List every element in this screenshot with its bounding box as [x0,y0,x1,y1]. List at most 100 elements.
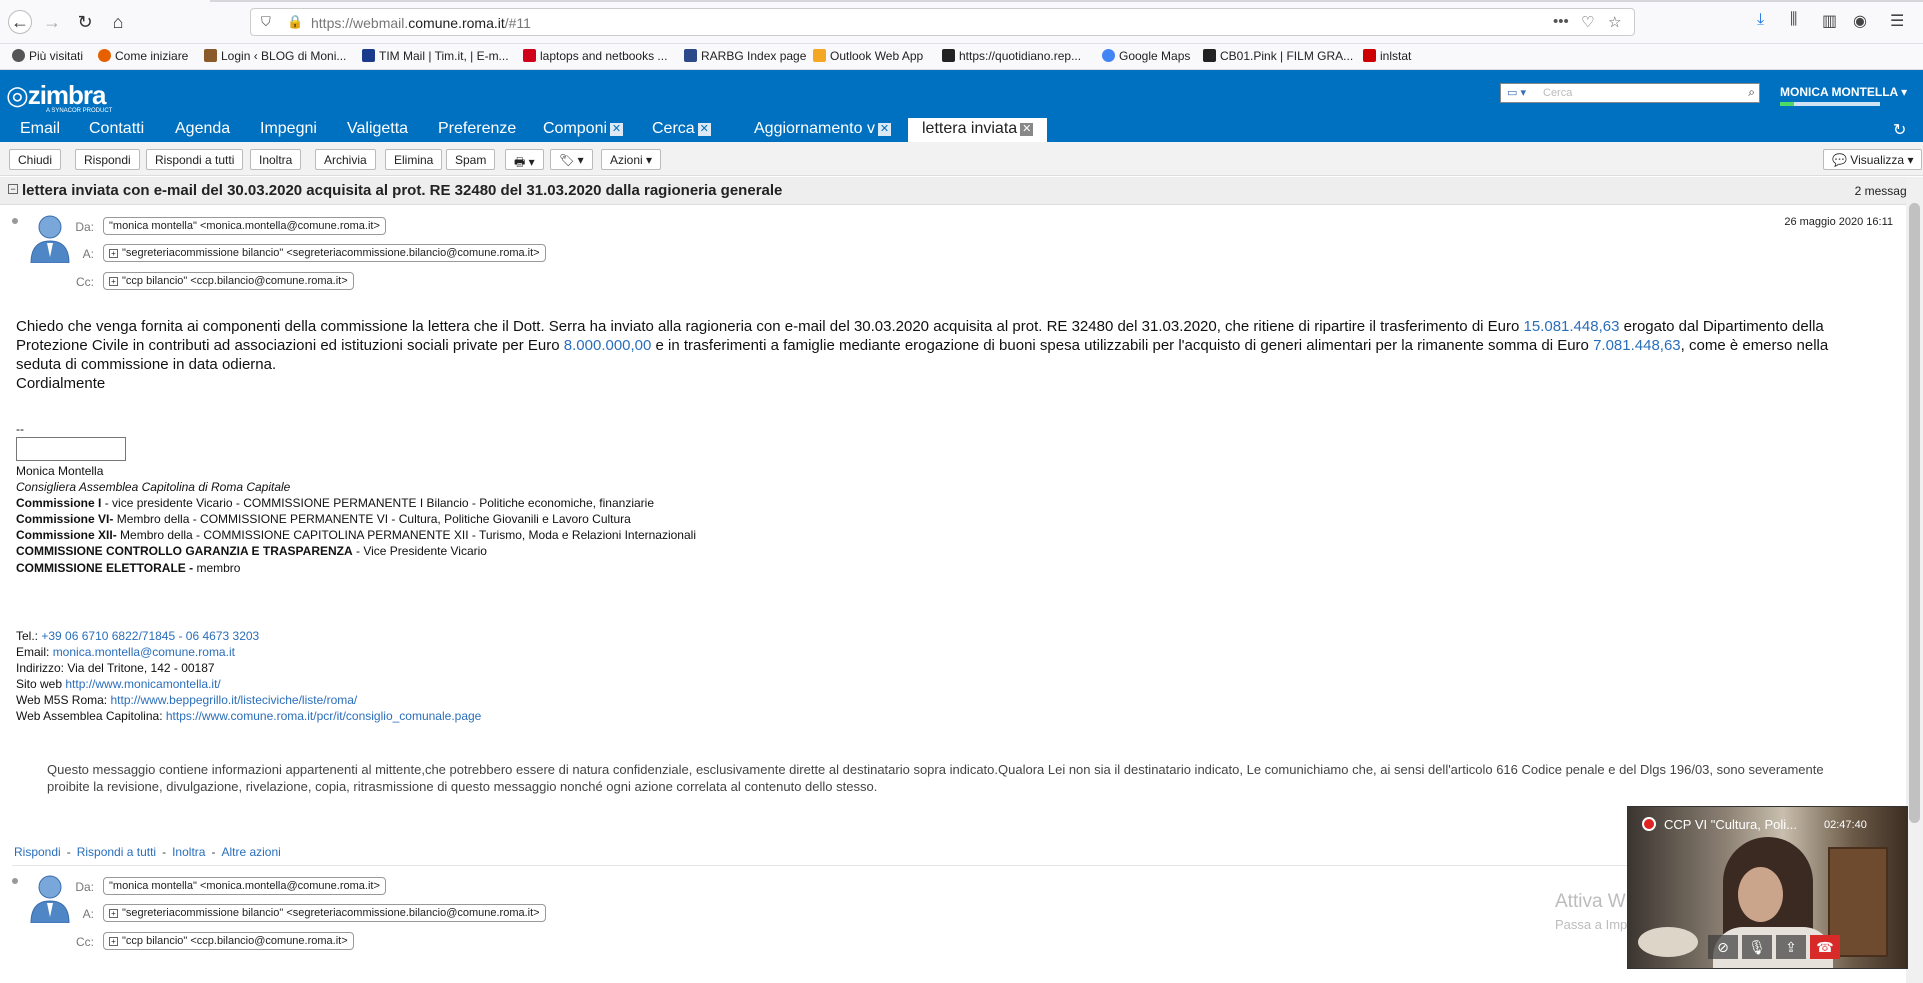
bookmark-google-maps[interactable]: Google Maps [1102,49,1190,63]
outlook-icon [813,49,826,62]
user-menu[interactable]: MONICA MONTELLA ▾ [1780,85,1907,99]
hang-up-icon[interactable]: ☎ [1810,935,1840,959]
bookmark-most-visited[interactable]: Più visitati [12,49,83,63]
bookmark-outlook[interactable]: Outlook Web App [813,49,923,63]
tab-email[interactable]: Email [20,118,60,142]
website-link[interactable]: http://www.monicamontella.it/ [65,677,220,691]
tab-lettera-inviata[interactable]: lettera inviata ✕ [908,118,1048,142]
reply-button[interactable]: Rispondi [75,149,140,170]
amount-link[interactable]: 8.000.000,00 [564,337,652,354]
account-icon[interactable]: ◉ [1853,11,1867,31]
spam-button[interactable]: Spam [446,149,496,170]
bookmark-getting-started[interactable]: Come iniziare [98,49,188,63]
address-bar[interactable]: ⛉ 🔒 https://webmail.comune.roma.it/#11 •… [250,8,1635,36]
m5s-link[interactable]: http://www.beppegrillo.it/listeciviche/l… [110,693,357,707]
search-icon[interactable]: ⌕ [1748,85,1755,100]
forward-button[interactable]: → [40,10,64,34]
tab-preferenze[interactable]: Preferenze [438,118,516,142]
sig-commission-6: Commissione VI- Membro della - COMMISSIO… [16,512,631,526]
read-indicator[interactable] [12,218,18,224]
cc-address[interactable]: + "ccp bilancio" <ccp.bilancio@comune.rom… [103,932,354,950]
amount-link[interactable]: 15.081.448,63 [1524,318,1620,335]
blog-icon [204,49,217,62]
url-text[interactable]: https://webmail.comune.roma.it/#11 [311,15,531,31]
assembly-link[interactable]: https://www.comune.roma.it/pcr/it/consig… [166,709,482,723]
search-box[interactable]: ▭ ▾ Cerca ⌕ [1500,83,1760,103]
tab-valigetta[interactable]: Valigetta [347,118,408,142]
scrollbar-thumb[interactable] [1909,203,1920,823]
downloads-icon[interactable]: ⤓ [1757,11,1764,29]
bookmark-star-icon[interactable]: ☆ [1608,13,1621,31]
tab-componi[interactable]: Componi ✕ [543,118,624,142]
from-address[interactable]: "monica montella" <monica.montella@comun… [103,877,386,895]
close-icon[interactable]: ✕ [877,123,891,136]
from-address[interactable]: "monica montella" <monica.montella@comun… [103,217,386,235]
expand-icon[interactable]: + [109,909,118,918]
bookmark-rarbg[interactable]: RARBG Index page [684,49,806,63]
search-type-icon[interactable]: ▭ ▾ [1507,86,1526,99]
forward-button[interactable]: Inoltra [250,149,302,170]
sidebar-icon[interactable]: ▥ [1822,11,1837,31]
lock-icon[interactable]: 🔒 [287,14,303,30]
forward-link[interactable]: Inoltra [172,845,205,859]
mic-off-icon[interactable]: 🎙 [1742,935,1772,959]
bookmark-inlstat[interactable]: inlstat [1363,49,1411,63]
reply-link[interactable]: Rispondi [14,845,61,859]
tel-link[interactable]: +39 06 6710 6822/71845 - 06 4673 3203 [41,629,259,643]
collapse-icon[interactable]: − [8,184,18,194]
share-screen-icon[interactable]: ⇪ [1776,935,1806,959]
close-icon[interactable]: ✕ [697,123,711,136]
reload-button[interactable]: ↻ [73,10,97,34]
close-icon[interactable]: ✕ [1020,123,1034,136]
cb01-icon [1203,49,1216,62]
delete-button[interactable]: Elimina [385,149,443,170]
library-icon[interactable]: ⫼ [1790,11,1797,29]
view-button[interactable]: 💬 Visualizza ▾ [1823,149,1923,170]
refresh-icon[interactable]: ↻ [1893,120,1906,140]
zimbra-logo[interactable]: ◎zimbra A SYNACOR PRODUCT [6,80,112,114]
page-actions-icon[interactable]: ••• [1553,13,1569,30]
tab-cerca[interactable]: Cerca ✕ [652,118,711,142]
expand-icon[interactable]: + [109,249,118,258]
reply-all-link[interactable]: Rispondi a tutti [77,845,156,859]
cc-label: Cc: [76,935,94,949]
pocket-icon[interactable]: ♡ [1581,13,1594,31]
bookmark-blog[interactable]: Login ‹ BLOG di Moni... [204,49,346,63]
tab-impegni[interactable]: Impegni [260,118,317,142]
home-icon[interactable]: ⌂ [106,10,130,34]
expand-icon[interactable]: + [109,277,118,286]
bookmark-cb01[interactable]: CB01.Pink | FILM GRA... [1203,49,1353,63]
shield-icon[interactable]: ⛉ [261,14,271,30]
message-divider [12,865,1902,866]
camera-off-icon[interactable]: ⊘ [1708,935,1738,959]
to-address[interactable]: + "segreteriacommissione bilancio" <segre… [103,244,546,262]
sig-commission-control: COMMISSIONE CONTROLLO GARANZIA E TRASPAR… [16,544,487,558]
email-link[interactable]: monica.montella@comune.roma.it [53,645,235,659]
expand-icon[interactable]: + [109,937,118,946]
close-icon[interactable]: ✕ [610,123,624,136]
video-call-overlay[interactable]: CCP VI "Cultura, Poli... 02:47:40 ⊘ 🎙 ⇪ … [1627,806,1908,969]
search-input[interactable]: Cerca [1543,87,1572,99]
read-indicator[interactable] [12,878,18,884]
reply-all-button[interactable]: Rispondi a tutti [146,149,244,170]
bookmark-tim-mail[interactable]: TIM Mail | Tim.it, | E-m... [362,49,509,63]
to-address[interactable]: + "segreteriacommissione bilancio" <segre… [103,904,546,922]
print-button[interactable]: 🖶 ▾ [505,149,544,170]
tab-contatti[interactable]: Contatti [89,118,144,142]
actions-button[interactable]: Azioni ▾ [601,149,662,170]
more-actions-link[interactable]: Altre azioni [221,845,280,859]
close-button[interactable]: Chiudi [9,149,62,170]
cc-address[interactable]: + "ccp bilancio" <ccp.bilancio@comune.rom… [103,272,354,290]
tab-agenda[interactable]: Agenda [175,118,230,142]
bookmark-quotidiano[interactable]: https://quotidiano.rep... [942,49,1081,63]
scrollbar[interactable] [1906,177,1923,983]
sig-role: Consigliera Assemblea Capitolina di Roma… [16,480,291,494]
archive-button[interactable]: Archivia [315,149,376,170]
amount-link[interactable]: 7.081.448,63 [1593,337,1681,354]
menu-icon[interactable]: ☰ [1890,11,1904,31]
back-button[interactable]: ← [8,10,32,34]
signature-image [16,437,126,461]
bookmark-laptops[interactable]: laptops and netbooks ... [523,49,667,63]
tab-aggiornamento[interactable]: Aggiornamento v ✕ [754,118,891,142]
tag-button[interactable]: 🏷 ▾ [550,149,593,170]
